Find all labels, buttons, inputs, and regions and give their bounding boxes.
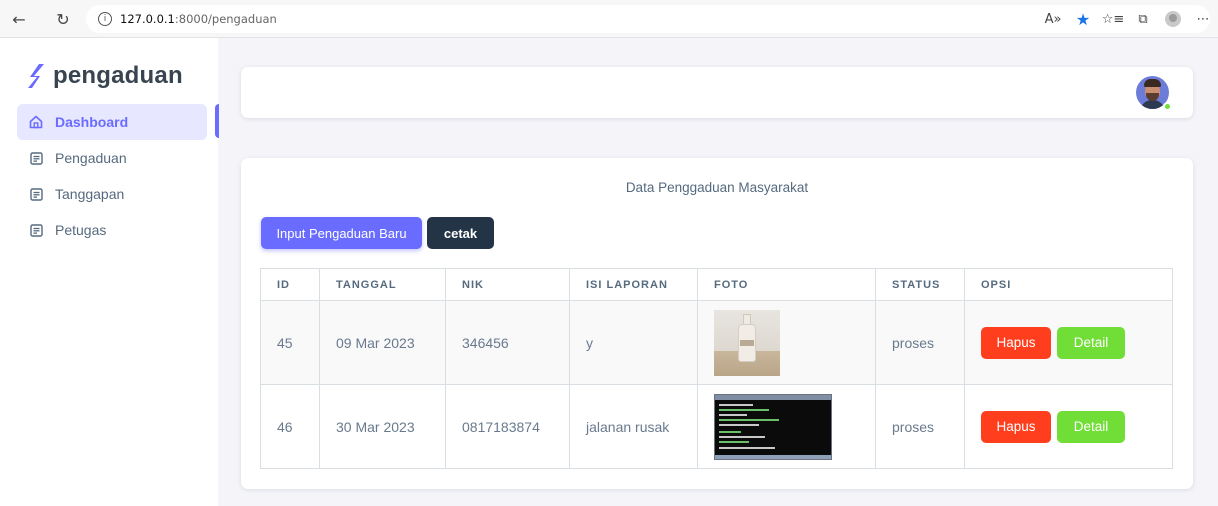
read-aloud-icon[interactable]: A» <box>1038 5 1068 33</box>
cell-tanggal: 30 Mar 2023 <box>319 384 446 469</box>
photo-bottle-cap <box>743 313 751 325</box>
back-arrow-icon[interactable]: ← <box>8 8 30 30</box>
photo-text-line <box>719 408 769 411</box>
photo-text-line <box>719 413 747 416</box>
cell-isi-laporan: jalanan rusak <box>569 384 698 469</box>
online-status-dot <box>1163 102 1172 111</box>
browser-actions: A» ★ ☆≡ ⧉ ⋯ <box>1038 0 1218 38</box>
more-menu-icon[interactable]: ⋯ <box>1188 5 1218 33</box>
table-header-row: ID TANGGAL NIK ISI LAPORAN FOTO STATUS O… <box>260 268 1173 301</box>
cell-nik: 346456 <box>445 300 570 385</box>
card-title: Data Penggaduan Masyarakat <box>625 180 809 195</box>
detail-button[interactable]: Detail <box>1057 326 1125 359</box>
header-opsi: OPSI <box>964 268 1173 301</box>
header-foto: FOTO <box>697 268 876 301</box>
brand-logo-icon <box>28 64 44 88</box>
url-path: :8000/pengaduan <box>174 12 277 26</box>
sidebar-item-dashboard[interactable]: Dashboard <box>17 104 207 140</box>
bottle-photo[interactable] <box>714 309 780 376</box>
cell-nik: 0817183874 <box>445 384 570 469</box>
active-menu-indicator <box>215 104 219 138</box>
cell-opsi: Hapus Detail <box>964 384 1173 469</box>
sidebar: pengaduan Dashboard Pengaduan Tanggapan … <box>0 38 219 506</box>
favorite-star-icon[interactable]: ★ <box>1068 5 1098 33</box>
reload-icon[interactable]: ↻ <box>52 8 74 30</box>
header-tanggal: TANGGAL <box>319 268 446 301</box>
document-icon <box>29 151 43 165</box>
sidebar-item-label: Pengaduan <box>55 150 127 166</box>
avatar-body <box>1140 100 1165 109</box>
cell-status: proses <box>875 384 965 469</box>
header-nik: NIK <box>445 268 570 301</box>
header-isi-laporan: ISI LAPORAN <box>569 268 698 301</box>
photo-text-line <box>719 430 741 433</box>
photo-titlebar <box>715 394 831 400</box>
photo-text-line <box>719 435 765 438</box>
url-text[interactable]: 127.0.0.1:8000/pengaduan <box>120 12 277 26</box>
photo-text-line <box>719 423 759 426</box>
cell-foto <box>697 300 876 385</box>
photo-text-line <box>719 440 749 443</box>
top-navbar <box>241 67 1193 118</box>
sidebar-item-petugas[interactable]: Petugas <box>17 212 207 248</box>
header-status: STATUS <box>875 268 965 301</box>
sidebar-item-tanggapan[interactable]: Tanggapan <box>17 176 207 212</box>
brand-name: pengaduan <box>53 62 183 89</box>
cell-tanggal: 09 Mar 2023 <box>319 300 446 385</box>
detail-button[interactable]: Detail <box>1057 410 1125 443</box>
info-icon[interactable]: i <box>98 12 112 26</box>
document-icon <box>29 223 43 237</box>
header-id: ID <box>260 268 320 301</box>
print-button[interactable]: cetak <box>427 217 494 249</box>
document-icon <box>29 187 43 201</box>
brand[interactable]: pengaduan <box>28 62 183 90</box>
complaints-table: ID TANGGAL NIK ISI LAPORAN FOTO STATUS O… <box>260 268 1173 469</box>
cell-foto <box>697 384 876 469</box>
sidebar-item-pengaduan[interactable]: Pengaduan <box>17 140 207 176</box>
url-host: 127.0.0.1 <box>120 12 175 26</box>
collections-icon[interactable]: ⧉ <box>1128 5 1158 33</box>
photo-text-line <box>719 418 779 421</box>
avatar-hair <box>1144 79 1161 87</box>
photo-bottle-label <box>740 339 754 346</box>
cell-opsi: Hapus Detail <box>964 300 1173 385</box>
sidebar-item-label: Petugas <box>55 222 107 238</box>
sidebar-item-label: Dashboard <box>55 114 129 130</box>
cell-id: 45 <box>260 300 320 385</box>
table-row: 45 09 Mar 2023 346456 y proses Hapus Det… <box>260 300 1173 385</box>
delete-button[interactable]: Hapus <box>981 326 1051 359</box>
profile-icon[interactable] <box>1158 5 1188 33</box>
cell-id: 46 <box>260 384 320 469</box>
cell-status: proses <box>875 300 965 385</box>
input-new-complaint-button[interactable]: Input Pengaduan Baru <box>261 217 422 249</box>
cell-isi-laporan: y <box>569 300 698 385</box>
favorites-list-icon[interactable]: ☆≡ <box>1098 5 1128 33</box>
home-icon <box>29 115 43 129</box>
complaints-card: Data Penggaduan Masyarakat Input Pengadu… <box>241 158 1193 489</box>
table-row: 46 30 Mar 2023 0817183874 jalanan rusak <box>260 384 1173 469</box>
terminal-screenshot[interactable] <box>714 393 832 460</box>
sidebar-menu: Dashboard Pengaduan Tanggapan Petugas <box>17 104 207 248</box>
photo-taskbar <box>715 454 831 459</box>
photo-text-line <box>719 446 775 449</box>
delete-button[interactable]: Hapus <box>981 410 1051 443</box>
photo-text-line <box>719 403 753 406</box>
browser-toolbar: ← ↻ i 127.0.0.1:8000/pengaduan A» ★ ☆≡ ⧉… <box>0 0 1218 38</box>
sidebar-item-label: Tanggapan <box>55 186 125 202</box>
